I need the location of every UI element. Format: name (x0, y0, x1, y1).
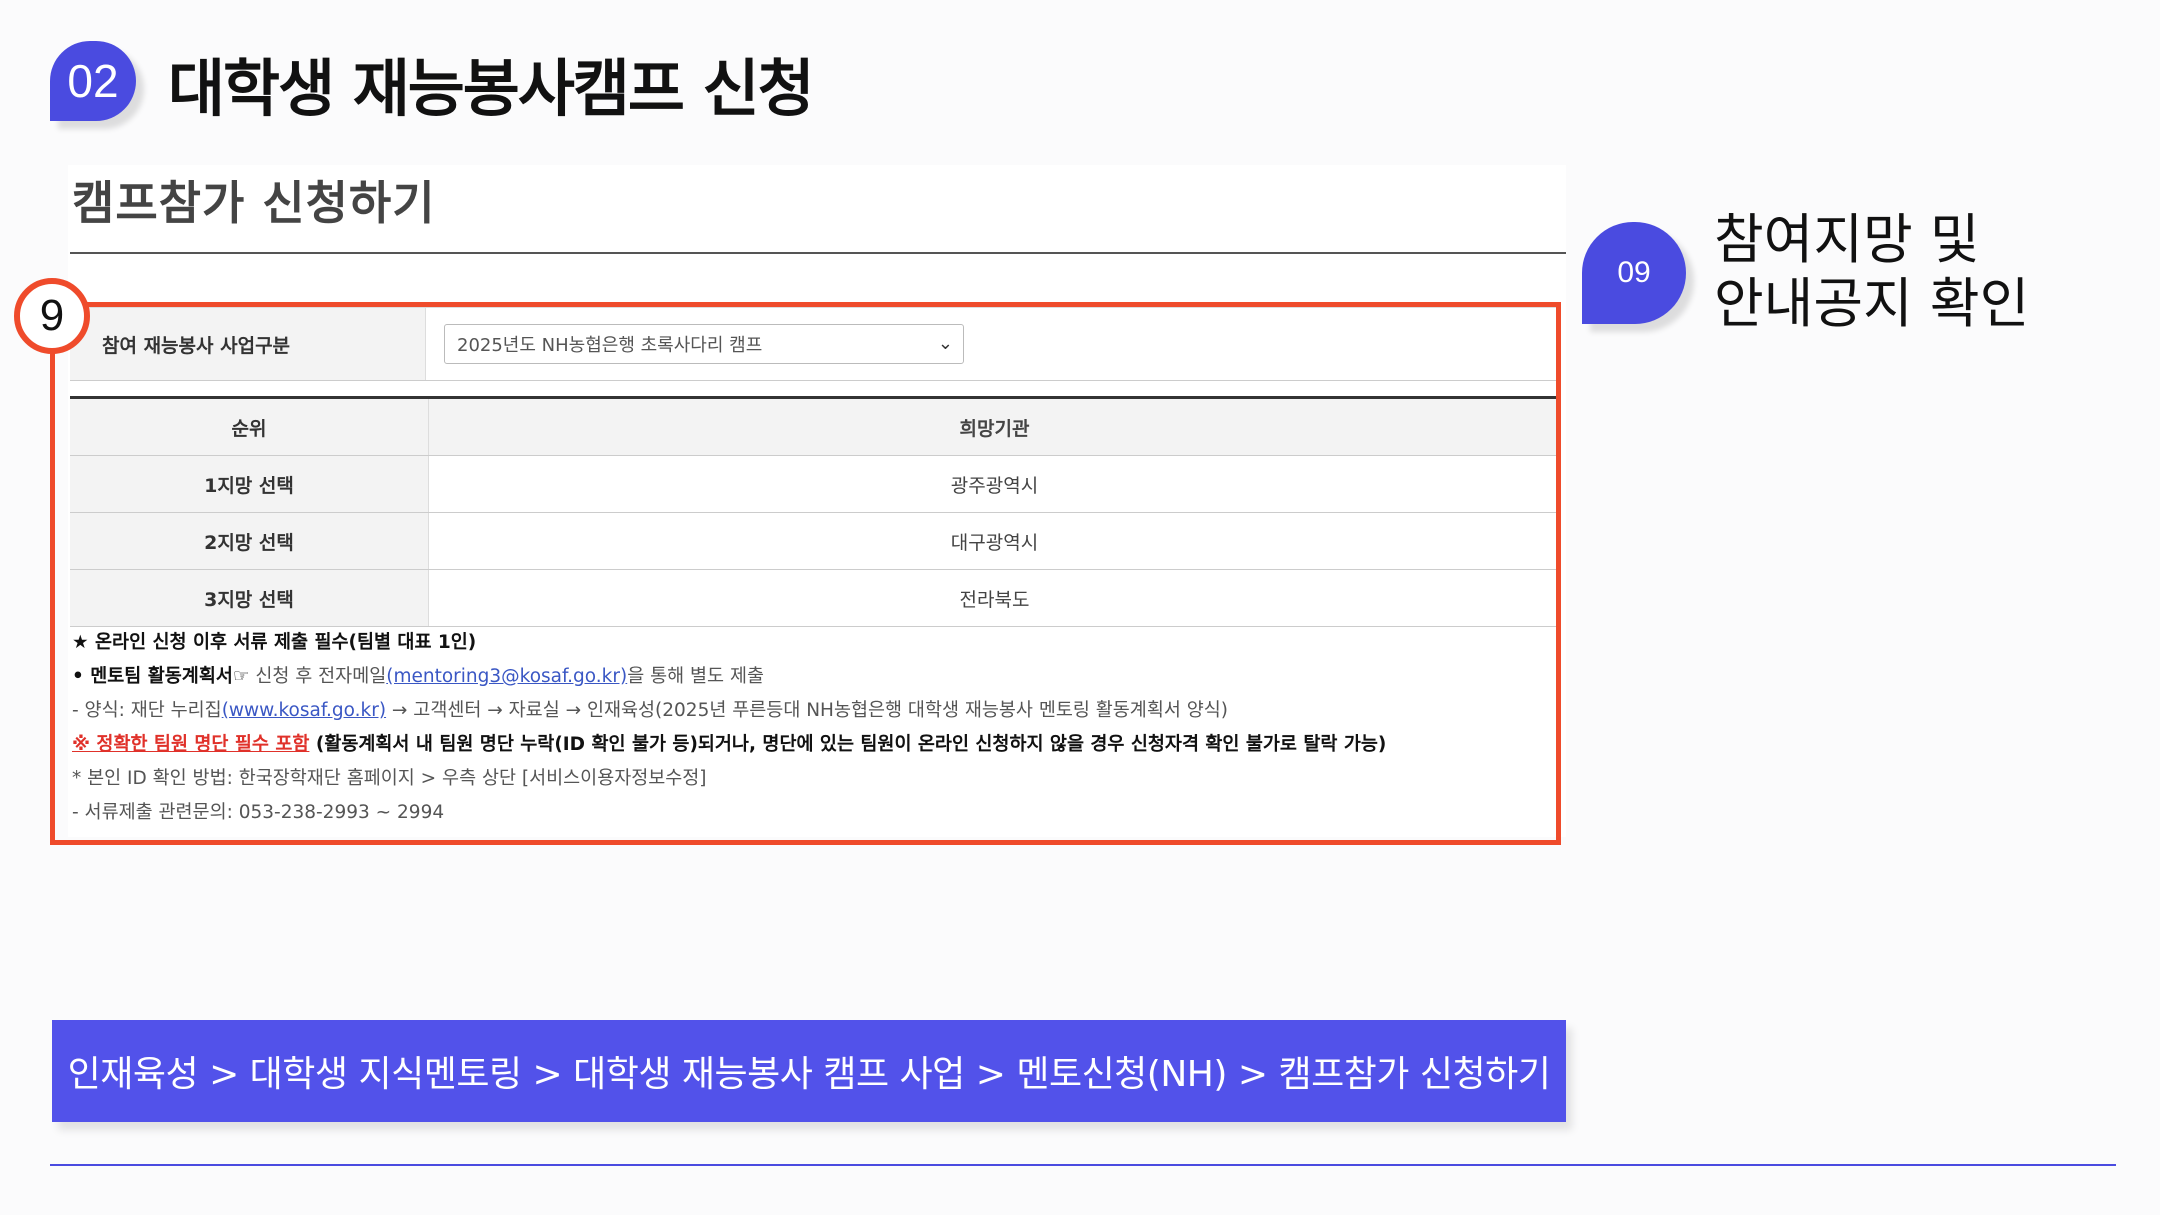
section-number-badge: 02 (50, 41, 136, 121)
side-caption-line-2: 안내공지 확인 (1714, 272, 2030, 335)
heading-divider (70, 252, 1566, 254)
side-caption-line-1: 참여지망 및 (1714, 208, 1980, 271)
bottom-divider (50, 1164, 2116, 1166)
side-caption: 참여지망 및 안내공지 확인 (1714, 208, 2029, 336)
step-number-badge: 9 (14, 278, 90, 354)
screenshot-heading: 캠프참가 신청하기 (72, 176, 436, 230)
page-title: 대학생 재능봉사캠프 신청 (168, 52, 815, 125)
highlight-box (50, 302, 1561, 845)
side-step-badge: 09 (1582, 222, 1686, 324)
navigation-path-bar: 인재육성 > 대학생 지식멘토링 > 대학생 재능봉사 캠프 사업 > 멘토신청… (52, 1020, 1566, 1122)
